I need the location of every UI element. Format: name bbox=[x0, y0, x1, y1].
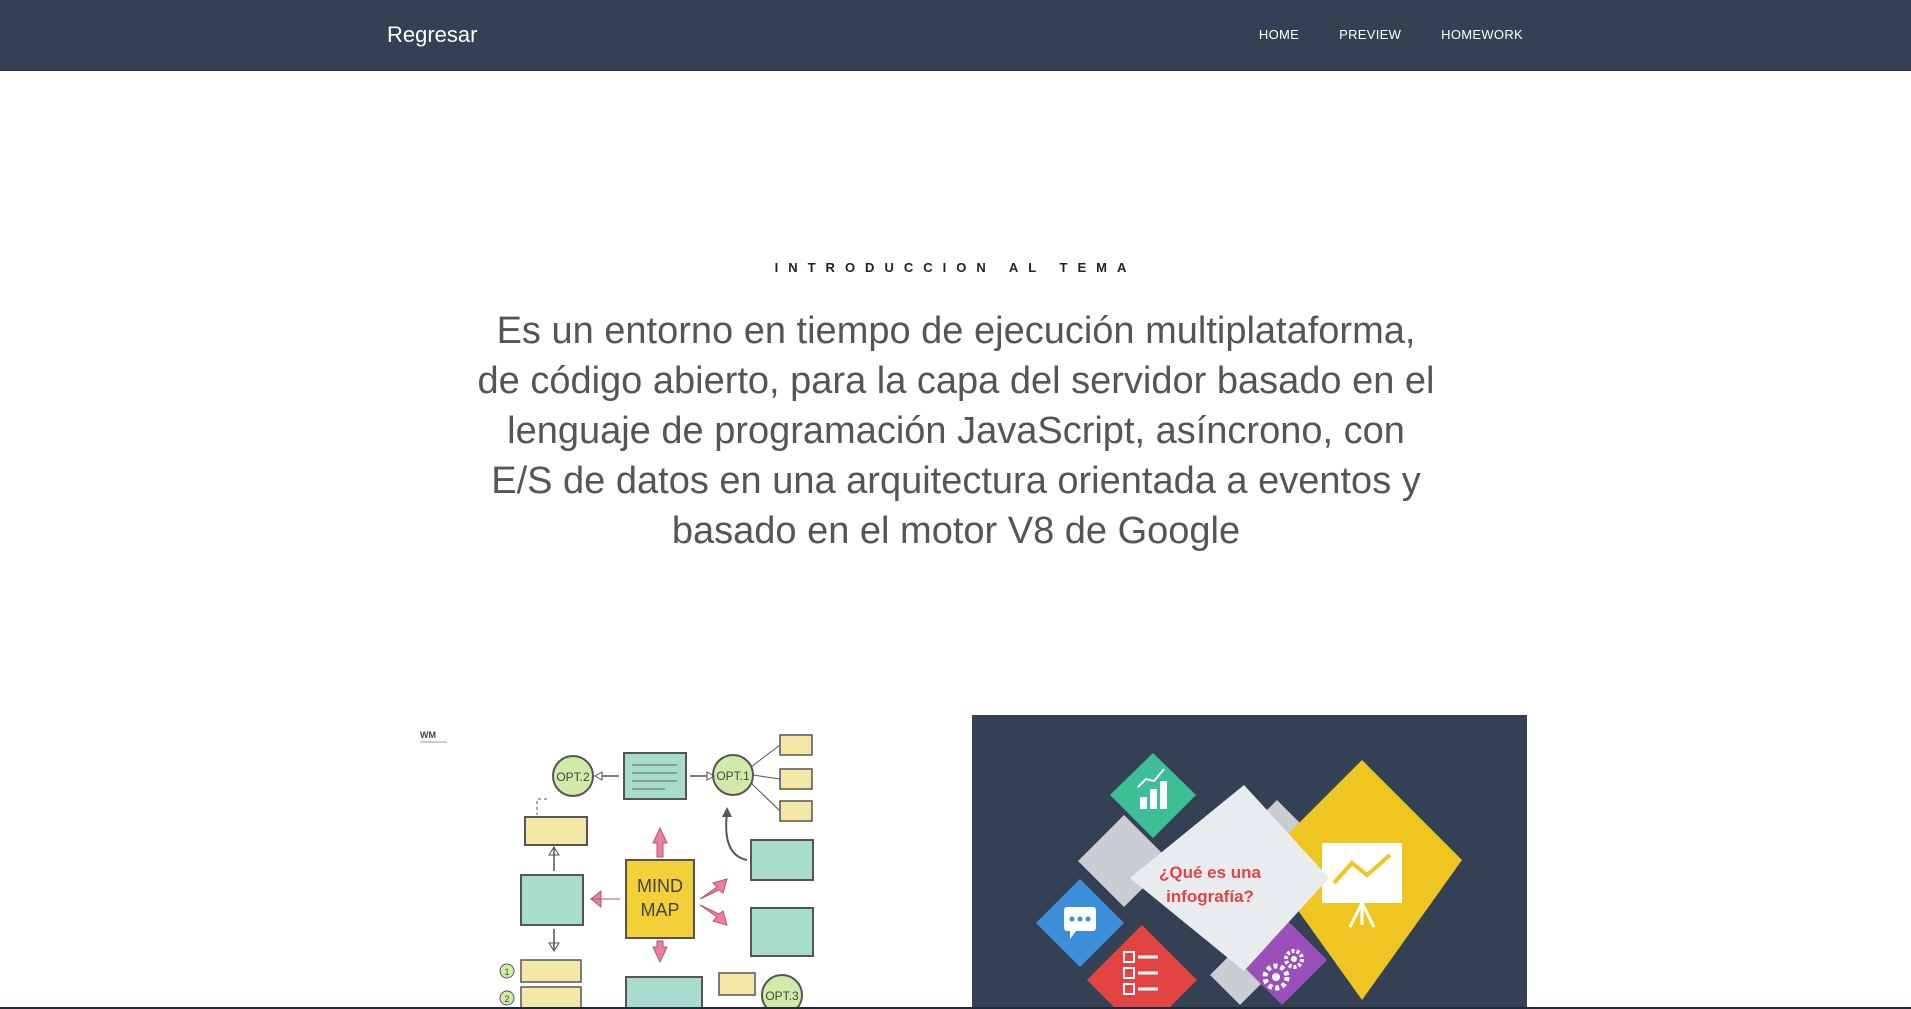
navbar: Regresar HOME PREVIEW HOMEWORK bbox=[0, 0, 1911, 71]
mind-map-graphic: WM MIND MAP OPT.2 OPT.1 OPT.3 1 2 bbox=[420, 730, 814, 1009]
opt2-label: OPT.2 bbox=[556, 770, 590, 784]
nav-home[interactable]: HOME bbox=[1259, 27, 1299, 42]
mind-map-center-line1: MIND bbox=[637, 876, 683, 896]
mind-map-center-line2: MAP bbox=[640, 900, 679, 920]
num2-label: 2 bbox=[504, 994, 509, 1004]
infographic-question-line1: ¿Qué es una bbox=[1159, 863, 1262, 882]
opt1-label: OPT.1 bbox=[716, 769, 750, 783]
opt3-label: OPT.3 bbox=[765, 989, 799, 1003]
nav-homework[interactable]: HOMEWORK bbox=[1441, 27, 1523, 42]
mind-map-center: MIND MAP bbox=[625, 859, 695, 939]
nav-preview[interactable]: PREVIEW bbox=[1339, 27, 1401, 42]
section-label: INTRODUCCION AL TEMA bbox=[774, 260, 1137, 275]
nav-links: HOME PREVIEW HOMEWORK bbox=[1259, 27, 1523, 42]
mind-map-image: WM MIND MAP OPT.2 OPT.1 OPT.3 1 2 bbox=[397, 715, 952, 1009]
num1-label: 1 bbox=[504, 967, 509, 977]
infographic-graphic: ¿Qué es una infografía? bbox=[1036, 753, 1462, 1009]
intro-text: Es un entorno en tiempo de ejecución mul… bbox=[477, 310, 1435, 552]
brand-link[interactable]: Regresar bbox=[387, 22, 477, 48]
mind-map-logo: WM bbox=[420, 730, 436, 740]
infographic-question-line2: infografía? bbox=[1166, 887, 1254, 906]
infographic-image: ¿Qué es una infografía? bbox=[972, 715, 1527, 1009]
